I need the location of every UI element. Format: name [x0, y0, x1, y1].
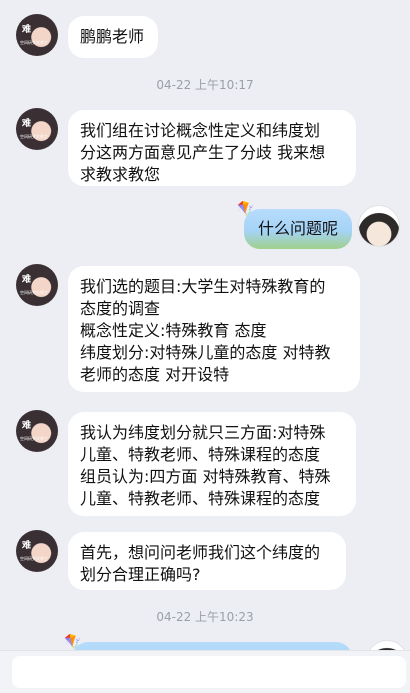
message-bubble[interactable]: 我们选的题目:大学生对特殊教育的 态度的调查 概念性定义:特殊教育 态度 纬度划…	[68, 266, 360, 392]
message-bubble[interactable]: 我们组在讨论概念性定义和纬度划 分这两方面意见产生了分歧 我来想 求教求教您	[68, 110, 356, 186]
avatar[interactable]: 难 空间研究大师工	[16, 14, 58, 56]
message-bubble[interactable]: 首先，想问问老师我们这个纬度的 划分合理正确吗?	[68, 532, 346, 590]
my-avatar[interactable]	[366, 640, 408, 650]
message-bubble[interactable]: 鹏鹏老师	[68, 16, 158, 58]
message-bubble[interactable]: 我认为纬度划分就只三方面:对特殊 儿童、特教老师、特殊课程的态度 组员认为:四方…	[68, 412, 356, 516]
timestamp: 04-22 上午10:23	[156, 610, 254, 624]
message-input-bar	[0, 650, 410, 693]
my-message-bubble[interactable]	[72, 642, 352, 650]
my-avatar[interactable]	[358, 205, 400, 247]
avatar-badge: 难	[22, 25, 32, 35]
chat-area[interactable]: 难 空间研究大师工 鹏鹏老师 04-22 上午10:17 难 空间研究大师工 我…	[0, 0, 410, 650]
avatar[interactable]: 难 空间研究大师工	[16, 530, 58, 572]
avatar[interactable]: 难 空间研究大师工	[16, 410, 58, 452]
message-input[interactable]	[12, 656, 406, 688]
my-message-bubble[interactable]: 什么问题呢	[244, 209, 352, 249]
avatar[interactable]: 难 空间研究大师工	[16, 108, 58, 150]
avatar-caption: 空间研究大师工	[20, 40, 48, 45]
avatar[interactable]: 难 空间研究大师工	[16, 264, 58, 306]
timestamp: 04-22 上午10:17	[156, 78, 254, 92]
